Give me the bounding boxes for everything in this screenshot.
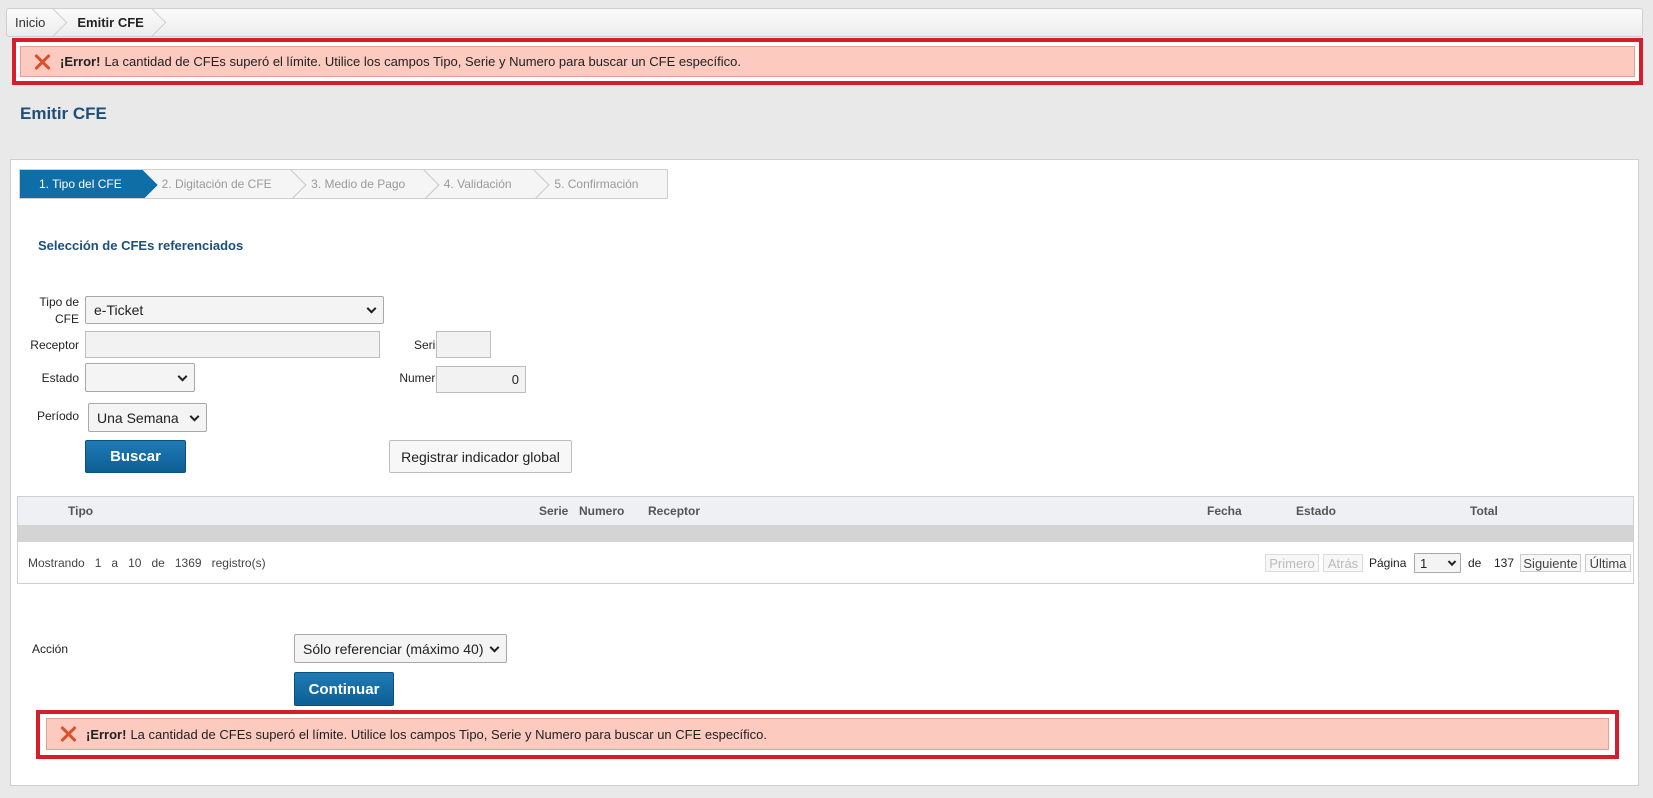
chevron-down-icon [189,411,200,422]
pager-de-label: de [1468,556,1482,570]
error-strong: ¡Error! [86,726,127,742]
column-header-estado[interactable]: Estado [1296,504,1336,518]
records-summary: Mostrando 1 a 10 de 1369 registro(s) [28,556,266,570]
tipo-cfe-label: Tipo de CFE [39,295,79,326]
receptor-label: Receptor [30,338,79,352]
error-message: La cantidad de CFEs superó el límite. Ut… [104,54,742,69]
records-a: a [111,556,119,570]
mostrando-text: Mostrando [28,556,85,570]
tipo-cfe-value: e-Ticket [94,302,144,318]
wizard-steps: 1. Tipo del CFE 2. Digitación de CFE 3. … [19,169,668,199]
results-table: Tipo Serie Numero Receptor Fecha Estado … [17,496,1634,584]
error-message: La cantidad de CFEs superó el límite. Ut… [130,726,768,742]
table-header: Tipo Serie Numero Receptor Fecha Estado … [18,497,1633,525]
wizard-step-1[interactable]: 1. Tipo del CFE [20,170,142,198]
chevron-down-icon [366,303,377,314]
column-header-total[interactable]: Total [1470,504,1498,518]
section-title: Selección de CFEs referenciados [38,238,244,253]
records-label: registro(s) [211,556,266,570]
estado-label: Estado [41,371,79,385]
records-from: 1 [94,556,102,570]
serie-label: Serie [413,338,442,352]
chevron-down-icon [1447,557,1457,567]
column-header-receptor[interactable]: Receptor [648,504,700,518]
pager-page-total: 137 [1494,556,1515,570]
column-header-fecha[interactable]: Fecha [1207,504,1242,518]
serie-input[interactable] [436,331,491,358]
pager-next-button[interactable]: Siguiente [1520,554,1581,572]
periodo-select[interactable]: Una Semana [88,403,207,432]
chevron-down-icon [489,642,500,653]
estado-select[interactable] [85,363,195,392]
breadcrumb: Inicio Emitir CFE [6,8,1643,37]
column-header-tipo[interactable]: Tipo [68,504,93,518]
breadcrumb-current: Emitir CFE [59,9,157,36]
close-icon[interactable] [60,726,76,742]
registrar-indicador-button[interactable]: Registrar indicador global [389,440,572,473]
receptor-input[interactable] [85,331,380,358]
records-de: de [151,556,165,570]
error-alert-bottom: ¡Error! La cantidad de CFEs superó el lí… [46,718,1609,750]
wizard-step-5[interactable]: 5. Confirmación [534,170,667,198]
chevron-down-icon [177,371,188,382]
buscar-button[interactable]: Buscar [85,440,186,473]
pager-prev-button[interactable]: Atrás [1323,554,1363,572]
pager-page-value: 1 [1420,555,1428,571]
numero-input[interactable]: 0 [436,366,526,393]
wizard-step-3[interactable]: 3. Medio de Pago [291,170,424,198]
numero-label: Numero [399,371,442,385]
periodo-value: Una Semana [97,409,179,426]
pager-page-label: Página [1369,556,1407,570]
error-alert-top: ¡Error! La cantidad de CFEs superó el lí… [20,46,1635,77]
pager-last-button[interactable]: Última [1585,554,1631,572]
pager-first-button[interactable]: Primero [1265,554,1319,572]
close-icon[interactable] [34,54,50,70]
records-total: 1369 [174,556,202,570]
breadcrumb-home[interactable]: Inicio [7,9,59,36]
page-title: Emitir CFE [20,104,107,123]
accion-select[interactable]: Sólo referenciar (máximo 40) [294,634,507,663]
table-footer: Mostrando 1 a 10 de 1369 registro(s) Pri… [18,542,1633,583]
wizard-step-2[interactable]: 2. Digitación de CFE [142,170,292,198]
column-header-numero[interactable]: Numero [579,504,624,518]
periodo-label: Período [36,409,79,423]
main-panel: 1. Tipo del CFE 2. Digitación de CFE 3. … [10,159,1639,786]
continuar-button[interactable]: Continuar [294,672,394,706]
accion-value: Sólo referenciar (máximo 40) [303,640,484,657]
table-empty-row [18,525,1633,542]
records-to: 10 [128,556,142,570]
column-header-serie[interactable]: Serie [539,504,568,518]
tipo-cfe-select[interactable]: e-Ticket [85,296,384,324]
wizard-step-4[interactable]: 4. Validación [424,170,535,198]
pager-page-select[interactable]: 1 [1414,553,1461,573]
error-strong: ¡Error! [60,54,101,69]
accion-label: Acción [32,642,69,656]
